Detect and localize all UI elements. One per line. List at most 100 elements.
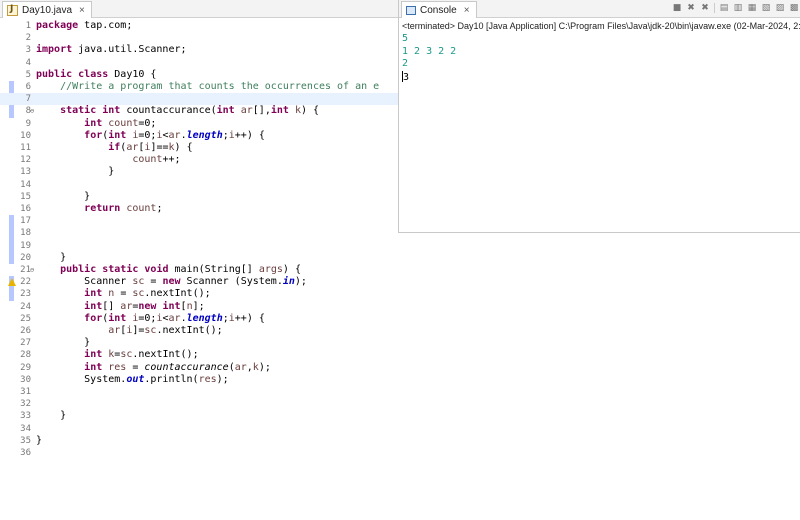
display-console-icon[interactable]: ▨ [775, 3, 785, 13]
scroll-lock-icon[interactable]: ▥ [733, 3, 743, 13]
code-line[interactable]: 9 int count=0; [0, 118, 400, 130]
code-token: static [102, 264, 139, 275]
word-wrap-icon[interactable]: ▦ [747, 3, 757, 13]
code-token: if [108, 142, 121, 153]
code-line[interactable]: 11 if(ar[i]==k) { [0, 142, 400, 154]
code-line[interactable]: 23 int n = sc.nextInt(); [0, 288, 400, 300]
code-line[interactable]: 31 [0, 386, 400, 398]
code-line[interactable]: 29 int res = countaccurance(ar,k); [0, 362, 400, 374]
code-token: =0; [138, 312, 157, 324]
code-line[interactable]: 25 for(int i=0;i<ar.length;i++) { [0, 313, 400, 325]
line-number: 16 [20, 204, 31, 214]
clear-console-icon[interactable]: ▤ [719, 3, 729, 13]
console-tab-label: Console [420, 4, 457, 16]
code-token: int [270, 105, 289, 117]
code-token: ]; [192, 300, 205, 312]
code-token: int [102, 105, 121, 117]
console-output[interactable]: 51 2 3 2 22 3 [402, 33, 456, 84]
code-line[interactable]: 32 [0, 398, 400, 410]
code-line[interactable]: 5 public class Day10 { [0, 69, 400, 81]
code-token: ]= [132, 325, 145, 336]
console-pane: Console × ■ ✖ ✖ ▤ ▥ ▦ ▧ ▨ ▩ <terminated> Day10 [… [398, 0, 800, 233]
code-token: Scanner [36, 276, 133, 288]
code-token: =0; [138, 129, 157, 141]
warning-icon[interactable] [8, 278, 16, 287]
code-line[interactable]: 22 Scanner sc = new Scanner (System.in); [0, 276, 400, 288]
code-token: Scanner (System. [180, 276, 283, 288]
fold-toggle-icon[interactable]: ⊖ [30, 264, 34, 276]
code-line[interactable]: 10 for(int i=0;i<ar.length;i++) { [0, 130, 400, 142]
code-text: public static void main(String[] args) { [36, 264, 301, 276]
code-token: ); [258, 361, 271, 373]
code-token: static [60, 105, 97, 117]
code-line[interactable]: 7 [0, 93, 400, 106]
code-line[interactable]: 15 } [0, 191, 400, 203]
code-line[interactable]: 20 } [0, 252, 400, 264]
code-token: ) { [174, 142, 193, 153]
code-text: package tap.com; [36, 20, 132, 32]
code-token: res [108, 361, 127, 373]
code-line[interactable]: 18 [0, 227, 400, 239]
close-icon[interactable]: × [79, 5, 85, 16]
code-token: } [36, 166, 115, 178]
code-text: System.out.println(res); [36, 374, 229, 386]
console-input-line: 2 [402, 58, 456, 71]
code-line[interactable]: 26 ar[i]=sc.nextInt(); [0, 325, 400, 337]
code-line[interactable]: 28 int k=sc.nextInt(); [0, 349, 400, 361]
code-token: .nextInt(); [144, 288, 211, 300]
code-line[interactable]: 13 } [0, 166, 400, 178]
code-line[interactable]: 24 int[] ar=new int[n]; [0, 301, 400, 313]
code-line[interactable]: 14 [0, 179, 400, 191]
code-line[interactable]: 12 count++; [0, 154, 400, 166]
code-line[interactable]: 4 [0, 57, 400, 69]
remove-launch-icon[interactable]: ✖ [686, 3, 696, 13]
code-token: int [84, 288, 103, 300]
code-token: ar [126, 142, 139, 153]
code-line[interactable]: 16 return count; [0, 203, 400, 215]
code-line[interactable]: 34 [0, 423, 400, 435]
terminate-icon[interactable]: ■ [672, 3, 682, 13]
code-text: int n = sc.nextInt(); [36, 288, 211, 300]
code-line[interactable]: 8 ⊖ static int countaccurance(int ar[],in… [0, 105, 400, 117]
code-line[interactable]: 33 } [0, 410, 400, 422]
code-line[interactable]: 6 //Write a program that counts the occu… [0, 81, 400, 93]
code-text: } [36, 166, 114, 178]
code-line[interactable]: 30 System.out.println(res); [0, 374, 400, 386]
remove-all-icon[interactable]: ✖ [700, 3, 710, 13]
code-line[interactable]: 19 [0, 240, 400, 252]
open-console-icon[interactable]: ▩ [789, 3, 799, 13]
code-token: ++) { [234, 129, 265, 141]
tab-console[interactable]: Console × [401, 1, 477, 18]
code-token: ar [240, 105, 253, 117]
code-line[interactable]: 27 } [0, 337, 400, 349]
code-token: in [282, 276, 295, 288]
code-token: count [126, 203, 157, 214]
code-line[interactable]: 35} [0, 435, 400, 447]
code-token: void [144, 264, 169, 275]
code-line[interactable]: 1 package tap.com; [0, 20, 400, 32]
code-token: java.util.Scanner; [72, 44, 187, 56]
console-output-line: 3 [402, 70, 456, 85]
code-line[interactable]: 3 import java.util.Scanner; [0, 44, 400, 56]
code-line[interactable]: 17 [0, 215, 400, 227]
code-text: } [36, 410, 66, 422]
fold-toggle-icon[interactable]: ⊖ [30, 105, 34, 117]
code-token: [] [102, 300, 121, 312]
code-line[interactable]: 21 ⊖ public static void main(String[] arg… [0, 264, 400, 276]
code-token: ar [168, 129, 181, 141]
code-token: args [258, 264, 283, 275]
code-line[interactable]: 36 [0, 447, 400, 459]
close-icon[interactable]: × [464, 5, 470, 16]
tab-day10-java[interactable]: Day10.java × [2, 1, 92, 18]
code-token: = [126, 361, 145, 373]
line-number: 27 [20, 338, 31, 349]
pin-console-icon[interactable]: ▧ [761, 3, 771, 13]
code-line[interactable]: 2 [0, 32, 400, 44]
